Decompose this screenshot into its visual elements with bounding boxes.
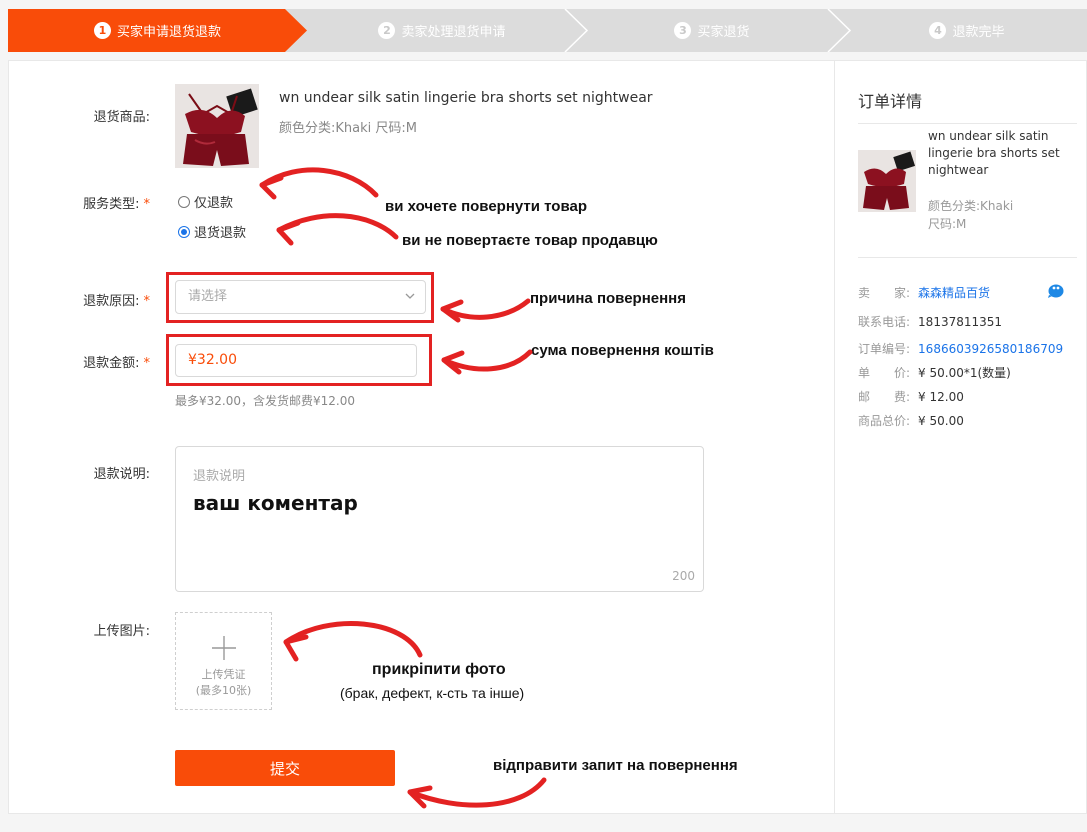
annotation-photo-sub: (брак, дефект, к-сть та інше) <box>340 685 525 701</box>
step-4: 4 退款完毕 <box>847 9 1087 52</box>
wangwang-chat-icon[interactable] <box>1047 283 1064 298</box>
order-product-image[interactable] <box>858 150 916 212</box>
annotation-comment: ваш коментар <box>193 491 358 515</box>
product-label: 退货商品: <box>93 110 150 125</box>
total-label: 商品总价: <box>858 414 911 428</box>
radio-return-refund[interactable]: 退货退款 <box>178 222 246 241</box>
order-sku-size: 尺码:M <box>928 217 967 231</box>
radio-refund-only[interactable]: 仅退款 <box>178 192 233 211</box>
required-mark: * <box>143 294 151 309</box>
step-number: 2 <box>378 22 396 39</box>
step-label: 买家申请退货退款 <box>116 25 221 40</box>
service-type-label: 服务类型: * <box>20 193 150 212</box>
sidebar-divider <box>858 257 1077 258</box>
order-sku-color: 颜色分类:Khaki <box>928 199 1014 213</box>
step-1: 1 买家申请退货退款 <box>8 9 307 52</box>
upload-label: 上传图片: <box>93 624 150 639</box>
postage-value: ¥ 12.00 <box>918 390 964 404</box>
step-label: 退款完毕 <box>952 25 1005 40</box>
product-image[interactable] <box>175 84 259 168</box>
seller-link[interactable]: 森森精品百货 <box>918 286 990 300</box>
step-label: 卖家处理退货申请 <box>401 25 506 40</box>
plus-icon <box>211 636 236 660</box>
amount-label-text: 退款金额: <box>83 356 140 371</box>
phone-label: 联系电话: <box>858 315 911 329</box>
total-value: ¥ 50.00 <box>918 414 964 428</box>
main-panel <box>8 60 1087 814</box>
step-label: 买家退货 <box>697 25 750 40</box>
seller-label: 卖 家: <box>858 286 911 300</box>
product-sku: 颜色分类:Khaki 尺码:M <box>279 121 417 136</box>
order-details-title: 订单详情 <box>858 92 923 111</box>
total-row: 商品总价: ¥ 50.00 <box>858 412 964 429</box>
radio-button-checked[interactable] <box>178 225 190 238</box>
reason-label-text: 退款原因: <box>83 294 140 309</box>
radio-button[interactable] <box>178 195 190 208</box>
amount-label: 退款金额: * <box>20 352 150 371</box>
unit-price-value: ¥ 50.00*1(数量) <box>918 366 1011 380</box>
step-3: 3 买家退货 <box>577 9 847 52</box>
annotation-refund-only: ви хочете повернути товар <box>385 198 587 215</box>
postage-row: 邮 费: ¥ 12.00 <box>858 388 964 405</box>
submit-button[interactable]: 提交 <box>175 750 395 786</box>
product-title[interactable]: wn undear silk satin lingerie bra shorts… <box>279 90 653 106</box>
order-number-link[interactable]: 1686603926580186709 <box>918 342 1063 356</box>
order-product-title[interactable]: wn undear silk satin lingerie bra shorts… <box>928 128 1078 179</box>
progress-steps: 1 买家申请退货退款 2 卖家处理退货申请 3 买家退货 4 退款完毕 <box>8 9 1087 52</box>
annotation-return-refund: ви не повертаєте товар продавцю <box>402 232 658 249</box>
postage-label: 邮 费: <box>858 390 911 404</box>
step-number: 4 <box>929 22 947 39</box>
upload-image-button[interactable]: 上传凭证 (最多10张) <box>175 612 272 710</box>
annotation-submit: відправити запит на повернення <box>493 757 738 774</box>
annotation-reason: причина повернення <box>530 290 686 307</box>
annotation-photo: прикріпити фото <box>372 661 506 678</box>
order-number-label: 订单编号: <box>858 342 911 356</box>
refund-note-textarea[interactable]: 退款说明 ваш коментар 200 <box>175 446 704 592</box>
annotation-amount: сума повернення коштів <box>531 342 714 359</box>
annotation-box-reason <box>166 272 434 323</box>
phone-value: 18137811351 <box>918 315 1003 329</box>
required-mark: * <box>143 356 151 371</box>
note-label: 退款说明: <box>93 467 150 482</box>
step-2: 2 卖家处理退货申请 <box>307 9 577 52</box>
page-footer-strip <box>0 814 1087 832</box>
panel-divider <box>834 60 835 814</box>
upload-text: 上传凭证 <box>201 668 246 681</box>
radio-label[interactable]: 仅退款 <box>194 192 233 211</box>
unit-price-row: 单 价: ¥ 50.00*1(数量) <box>858 364 1011 381</box>
required-mark: * <box>143 197 151 212</box>
reason-label: 退款原因: * <box>20 290 150 309</box>
service-type-label-text: 服务类型: <box>83 197 140 212</box>
phone-row: 联系电话: 18137811351 <box>858 313 1002 330</box>
note-placeholder: 退款说明 <box>193 469 246 484</box>
radio-label[interactable]: 退货退款 <box>194 222 246 241</box>
step-number: 1 <box>93 22 111 39</box>
annotation-box-amount <box>166 334 432 386</box>
amount-hint: 最多¥32.00，含发货邮费¥12.00 <box>175 394 355 408</box>
seller-row: 卖 家: 森森精品百货 <box>858 284 990 301</box>
unit-price-label: 单 价: <box>858 366 911 380</box>
step-number: 3 <box>674 22 692 39</box>
order-number-row: 订单编号: 1686603926580186709 <box>858 340 1063 357</box>
sidebar-divider <box>858 123 1077 124</box>
char-count: 200 <box>672 569 695 583</box>
upload-limit: (最多10张) <box>195 684 252 697</box>
